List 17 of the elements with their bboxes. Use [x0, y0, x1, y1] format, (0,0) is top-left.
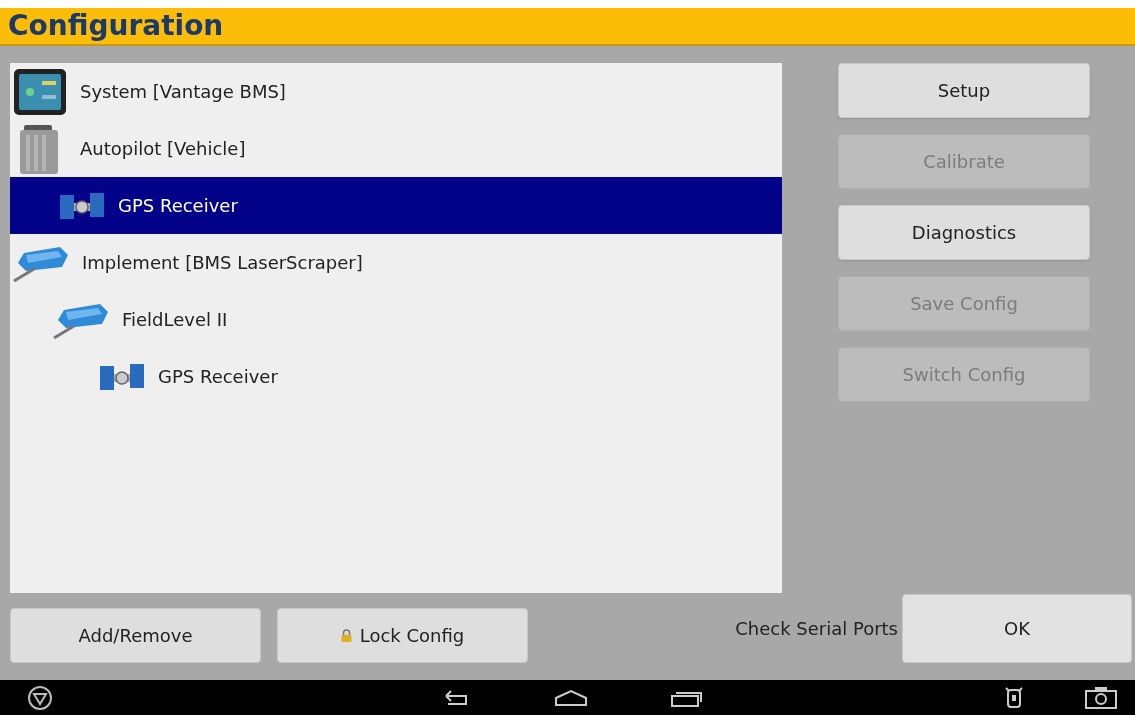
camera-icon[interactable]: [1083, 684, 1119, 711]
tablet-icon: [12, 66, 68, 117]
lock-icon: [340, 629, 352, 642]
tree-item[interactable]: Implement [BMS LaserScraper]: [10, 234, 782, 291]
home-icon[interactable]: [554, 687, 588, 708]
toolbar-button[interactable]: Lock Config: [277, 608, 528, 663]
check-serial-ports-label: Check Serial Ports: [735, 617, 898, 641]
tree-item[interactable]: GPS Receiver: [10, 177, 782, 234]
toolbar-button[interactable]: Add/Remove: [10, 608, 261, 663]
window-title: Configuration: [8, 8, 224, 44]
tree-item[interactable]: FieldLevel II: [10, 291, 782, 348]
tree-item[interactable]: System [Vantage BMS]: [10, 63, 782, 120]
side-button[interactable]: Diagnostics: [838, 205, 1090, 260]
tree-item[interactable]: GPS Receiver: [10, 348, 782, 405]
side-button[interactable]: Setup: [838, 63, 1090, 118]
tree-item[interactable]: Autopilot [Vehicle]: [10, 120, 782, 177]
ok-button[interactable]: OK: [902, 594, 1132, 663]
